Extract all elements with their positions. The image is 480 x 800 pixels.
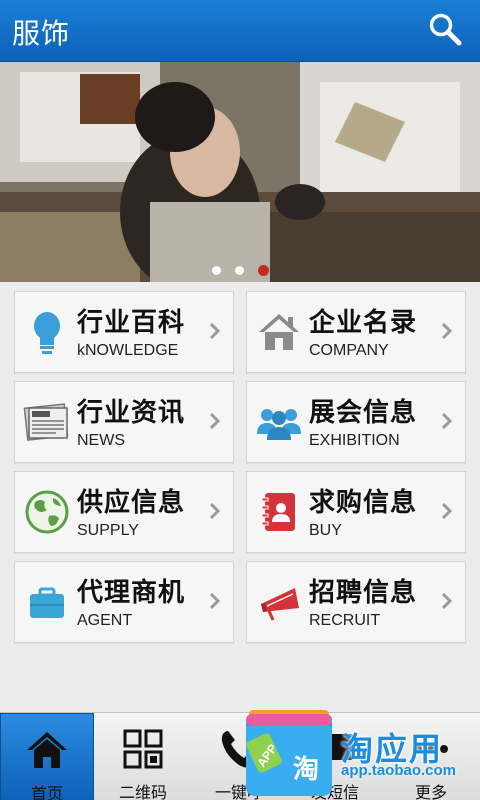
- category-company[interactable]: 企业名录 COMPANY: [246, 291, 466, 373]
- category-title: 行业百科: [77, 308, 186, 338]
- search-icon[interactable]: [428, 12, 462, 46]
- people-icon: [257, 409, 301, 440]
- tab-home[interactable]: 首页: [0, 713, 94, 800]
- chevron-right-icon: [441, 592, 453, 610]
- watermark-url: app.taobao.com: [341, 762, 457, 779]
- category-news[interactable]: 行业资讯 NEWS: [14, 381, 234, 463]
- category-title: 行业资讯: [77, 398, 186, 428]
- taobao-app-watermark: APP 淘 淘应用 app.taobao.com: [243, 706, 480, 800]
- megaphone-icon: [261, 588, 299, 621]
- category-title: 展会信息: [309, 398, 418, 428]
- badge-tao-text: 淘: [293, 755, 319, 785]
- category-subtitle: SUPPLY: [77, 522, 139, 539]
- chevron-right-icon: [209, 412, 221, 430]
- category-subtitle: kNOWLEDGE: [77, 342, 179, 359]
- briefcase-icon: [30, 587, 64, 618]
- category-knowledge[interactable]: 行业百科 kNOWLEDGE: [14, 291, 234, 373]
- taobao-bag-logo: APP 淘: [246, 710, 332, 796]
- chevron-right-icon: [209, 502, 221, 520]
- category-buy[interactable]: 求购信息 BUY: [246, 471, 466, 553]
- category-subtitle: AGENT: [77, 612, 133, 629]
- category-recruit[interactable]: 招聘信息 RECRUIT: [246, 561, 466, 643]
- carousel-dot-active[interactable]: [257, 265, 269, 276]
- banner-image: [0, 62, 480, 282]
- carousel-dots: [0, 265, 480, 276]
- house-icon: [259, 314, 299, 350]
- chevron-right-icon: [441, 322, 453, 340]
- category-title: 求购信息: [309, 488, 418, 518]
- newspaper-icon: [23, 403, 69, 441]
- globe-icon: [25, 490, 69, 534]
- category-subtitle: BUY: [309, 522, 342, 539]
- category-title: 招聘信息: [309, 578, 418, 608]
- category-exhibition[interactable]: 展会信息 EXHIBITION: [246, 381, 466, 463]
- tab-qrcode[interactable]: 二维码: [96, 713, 190, 800]
- category-subtitle: COMPANY: [309, 342, 389, 359]
- category-title: 企业名录: [309, 308, 418, 338]
- chevron-right-icon: [441, 412, 453, 430]
- carousel-dot[interactable]: [211, 266, 221, 275]
- carousel-dot[interactable]: [234, 266, 244, 275]
- category-subtitle: EXHIBITION: [309, 432, 400, 449]
- app-header: 服饰: [0, 0, 480, 62]
- home-icon: [27, 732, 67, 768]
- chevron-right-icon: [209, 322, 221, 340]
- qr-grid-icon: [123, 729, 163, 769]
- chevron-right-icon: [209, 592, 221, 610]
- tab-label: 首页: [30, 784, 63, 800]
- category-agent[interactable]: 代理商机 AGENT: [14, 561, 234, 643]
- address-book-icon: [261, 493, 295, 531]
- lightbulb-icon: [34, 312, 60, 354]
- tab-label: 二维码: [118, 783, 167, 800]
- chevron-right-icon: [441, 502, 453, 520]
- category-title: 供应信息: [77, 488, 186, 518]
- page-title: 服饰: [12, 17, 71, 50]
- banner-carousel[interactable]: [0, 62, 480, 282]
- category-title: 代理商机: [77, 578, 186, 608]
- category-supply[interactable]: 供应信息 SUPPLY: [14, 471, 234, 553]
- category-subtitle: RECRUIT: [309, 612, 381, 629]
- category-subtitle: NEWS: [77, 432, 125, 449]
